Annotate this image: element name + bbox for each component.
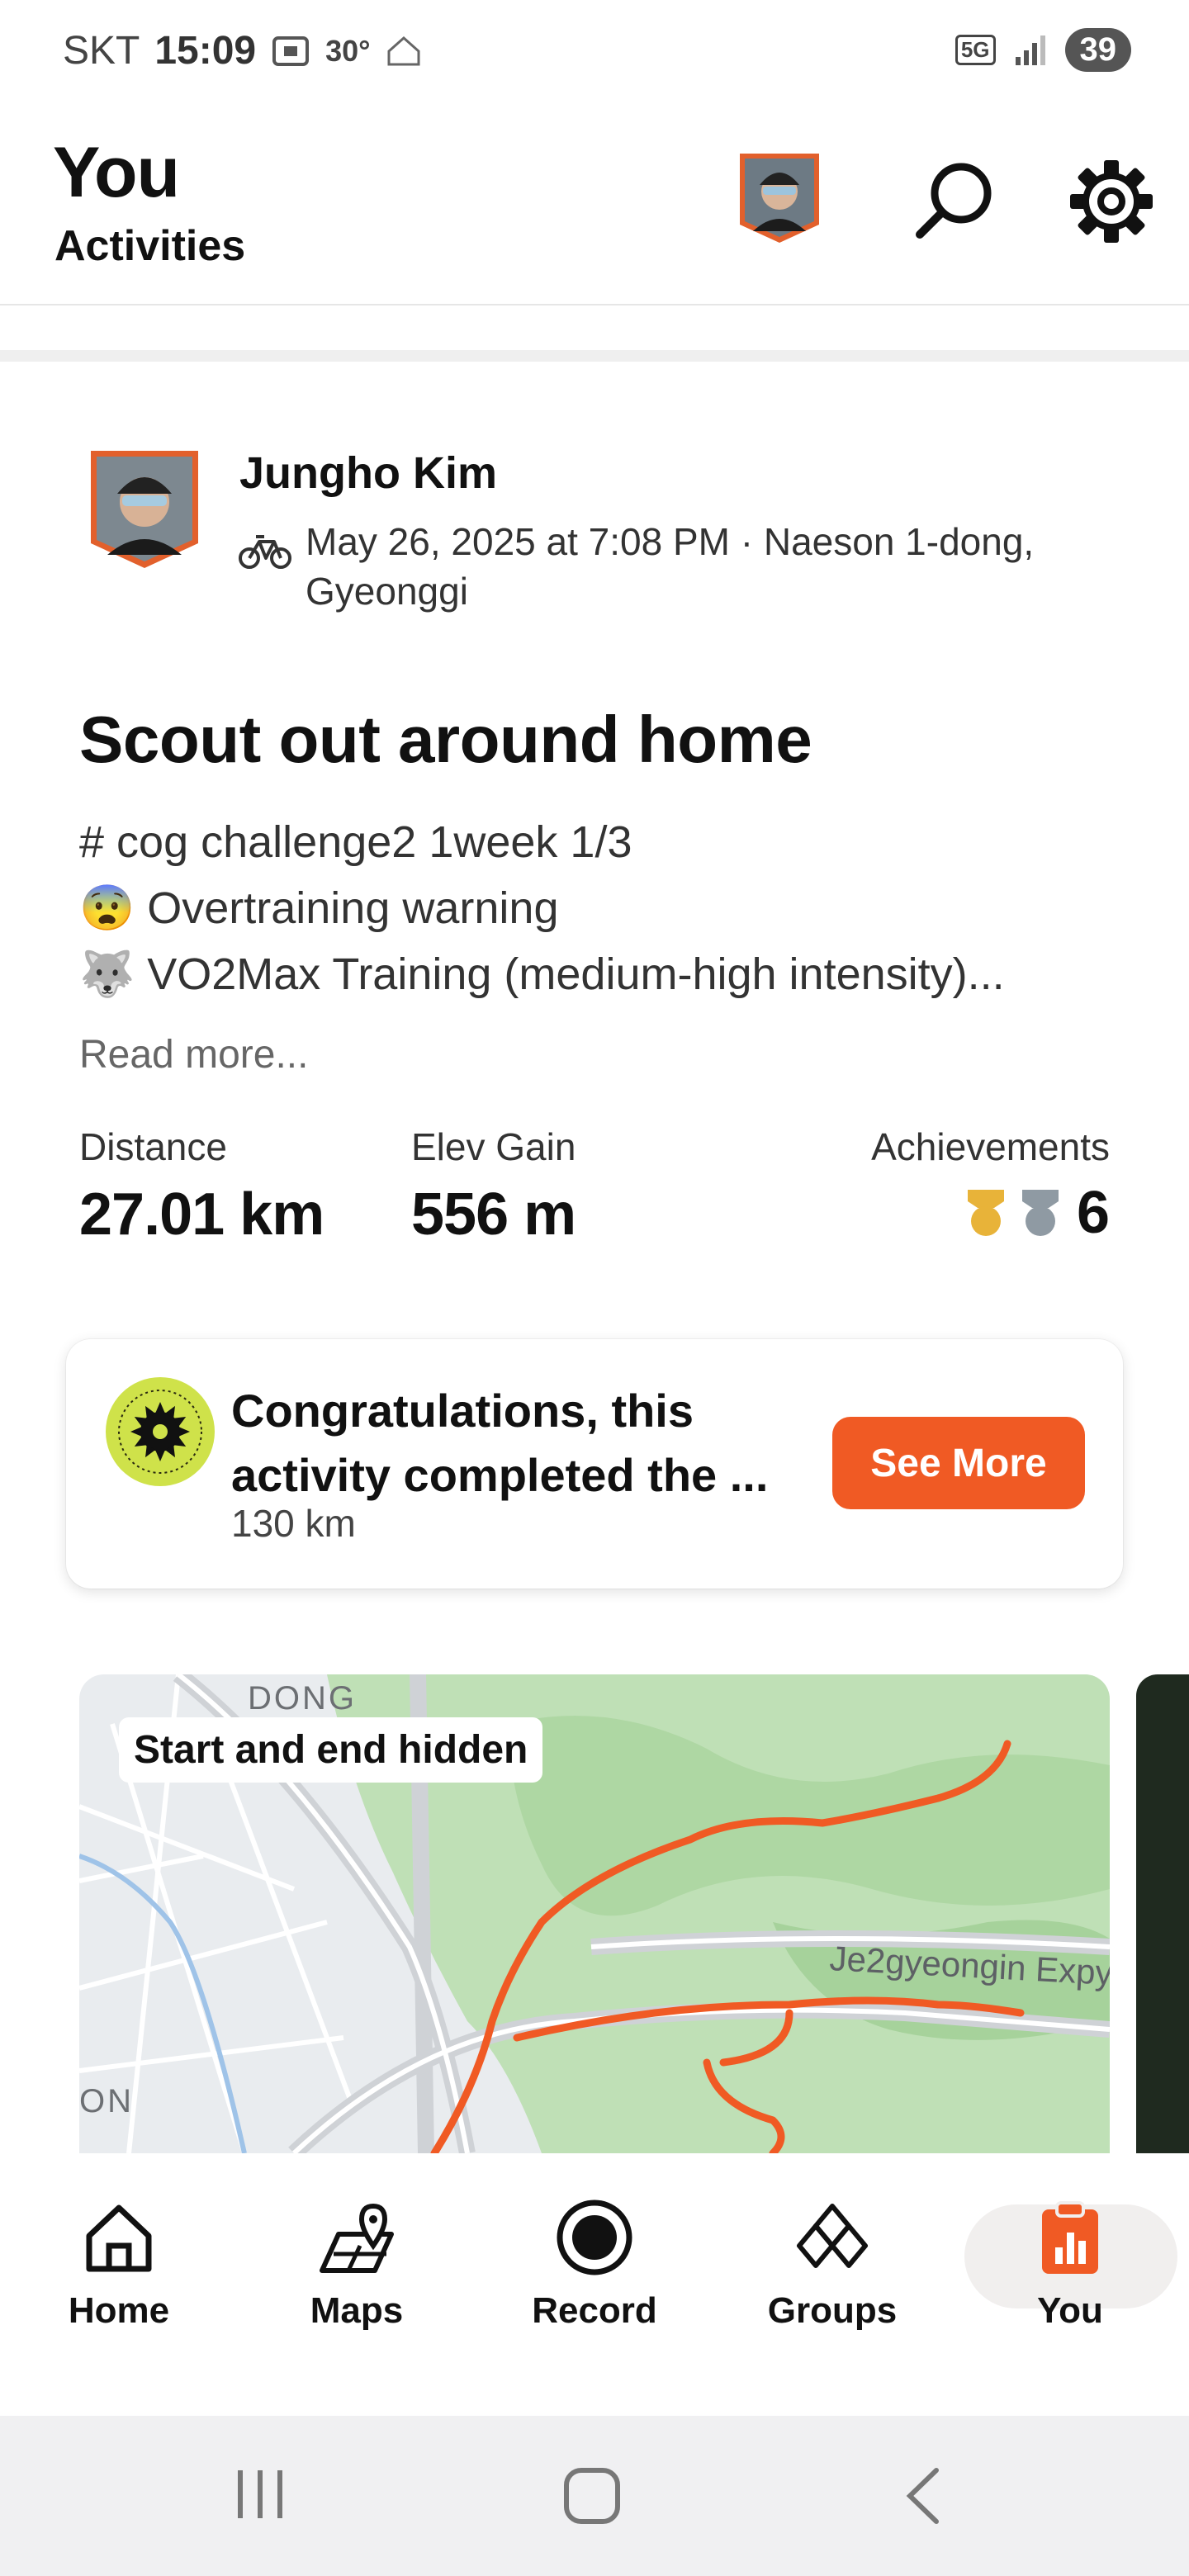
nav-home[interactable]: Home	[36, 2196, 201, 2386]
activity-meta: May 26, 2025 at 7:08 PM · Naeson 1-dong,…	[306, 520, 1035, 613]
map-label-district: DONG	[248, 1680, 357, 1717]
system-home-icon[interactable]	[561, 2465, 623, 2526]
you-icon	[1042, 2201, 1098, 2274]
description-line: # cog challenge2 1week 1/3	[79, 817, 632, 867]
activity-title[interactable]: Scout out around home	[79, 702, 812, 778]
challenge-subtitle: 130 km	[231, 1502, 356, 1545]
signal-icon	[1015, 35, 1045, 65]
achievements-label: Achievements	[871, 1125, 1110, 1168]
nav-you[interactable]: You	[988, 2196, 1153, 2386]
read-more-link[interactable]: Read more...	[79, 1032, 308, 1077]
home-icon	[86, 2204, 152, 2272]
nav-label: Home	[68, 2290, 170, 2331]
home-status-icon	[387, 36, 420, 65]
activity-description: # cog challenge2 1week 1/3 😨 Overtrainin…	[79, 809, 1005, 1007]
silver-medal-icon	[1021, 1190, 1059, 1236]
nav-label: Maps	[310, 2290, 404, 2331]
photo-carousel-peek[interactable]	[1136, 1674, 1189, 2153]
section-separator	[0, 350, 1189, 362]
author-avatar[interactable]	[86, 446, 203, 571]
groups-icon	[797, 2204, 868, 2268]
battery-level: 39	[1064, 28, 1131, 72]
achievements-count: 6	[1076, 1180, 1110, 1246]
nav-record[interactable]: Record	[512, 2196, 677, 2386]
nav-maps[interactable]: Maps	[274, 2196, 439, 2386]
back-icon[interactable]	[900, 2465, 950, 2526]
challenge-title: Congratulations, this activity completed…	[231, 1385, 769, 1501]
description-line: 😨 Overtraining warning	[79, 883, 559, 933]
challenge-badge-icon	[106, 1377, 215, 1486]
achievements[interactable]: 6	[961, 1179, 1110, 1247]
settings-gear-icon[interactable]	[1065, 155, 1158, 248]
maps-icon	[320, 2203, 394, 2273]
nav-label: Record	[532, 2290, 657, 2331]
start-end-hidden-chip: Start and end hidden	[119, 1717, 543, 1783]
map-label-edge: ON	[79, 2083, 134, 2119]
see-more-button[interactable]: See More	[832, 1417, 1085, 1509]
recent-apps-icon[interactable]	[231, 2465, 289, 2523]
description-line: 🐺 VO2Max Training (medium-high intensity…	[79, 949, 1005, 999]
record-icon	[557, 2200, 632, 2275]
profile-avatar[interactable]	[735, 149, 824, 246]
distance-value: 27.01 km	[79, 1181, 324, 1248]
page-subtitle[interactable]: Activities	[54, 221, 245, 271]
elev-gain-value: 556 m	[411, 1181, 576, 1248]
screen-record-icon	[272, 36, 310, 66]
temperature: 30°	[325, 33, 371, 68]
nav-label: Groups	[767, 2290, 898, 2331]
elev-gain-label: Elev Gain	[411, 1125, 576, 1168]
page-title: You	[53, 133, 180, 212]
search-icon[interactable]	[908, 155, 1001, 248]
nav-groups[interactable]: Groups	[750, 2196, 915, 2386]
gold-medal-icon	[967, 1190, 1004, 1236]
carrier: SKT	[63, 29, 140, 73]
author-name[interactable]: Jungho Kim	[239, 447, 497, 499]
nav-label: You	[1037, 2290, 1103, 2331]
bicycle-icon	[239, 535, 291, 569]
network-type: 5G	[955, 35, 996, 65]
header-divider	[0, 304, 1189, 305]
distance-label: Distance	[79, 1125, 227, 1168]
clock: 15:09	[154, 29, 257, 73]
status-bar: SKT 15:09 30° 5G 39	[0, 0, 1189, 112]
system-navigation-bar	[0, 2416, 1189, 2576]
